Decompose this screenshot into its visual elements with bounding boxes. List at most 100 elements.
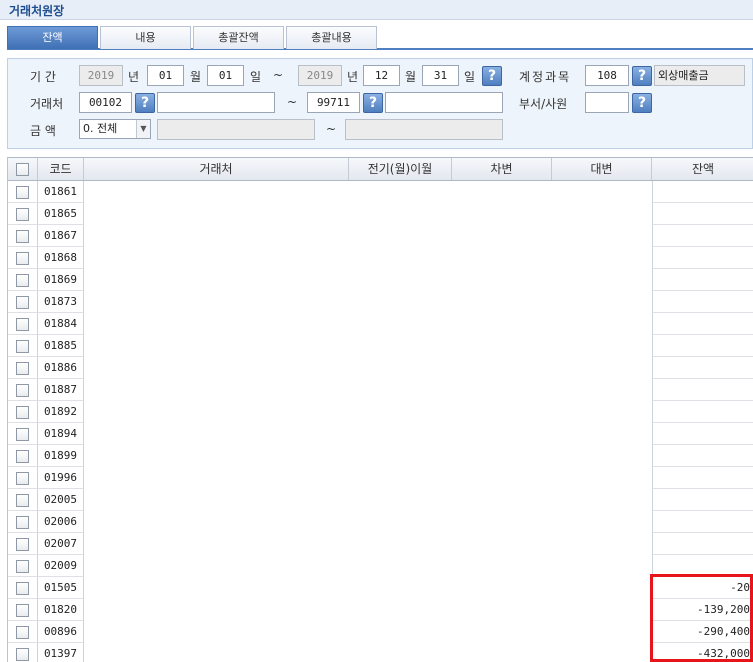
row-balance — [652, 511, 753, 533]
period-help-button[interactable]: ? — [482, 66, 502, 86]
month-from-input[interactable]: 01 — [147, 65, 184, 86]
row-checkbox[interactable] — [16, 185, 29, 199]
row-checkbox[interactable] — [16, 295, 29, 309]
day-from-input[interactable]: 01 — [207, 65, 244, 86]
row-balance — [652, 401, 753, 423]
row-checkbox[interactable] — [16, 449, 29, 463]
dept-code-input[interactable] — [585, 92, 629, 113]
row-checkbox[interactable] — [16, 537, 29, 551]
grid-header: 코드 거래처 전기(월)이월 차변 대변 잔액 — [8, 157, 753, 181]
table-row[interactable]: 01865 — [8, 203, 753, 225]
table-row[interactable]: 01886 — [8, 357, 753, 379]
customer-from-help-button[interactable]: ? — [135, 93, 155, 113]
tab-details[interactable]: 내용 — [100, 26, 191, 49]
customer-from-code-input[interactable]: 00102 — [79, 92, 132, 113]
chevron-down-icon[interactable]: ▼ — [136, 120, 150, 138]
row-balance — [652, 533, 753, 555]
account-code-input[interactable]: 108 — [585, 65, 629, 86]
table-row[interactable]: 01885 — [8, 335, 753, 357]
day-to-input[interactable]: 31 — [422, 65, 459, 86]
account-help-button[interactable]: ? — [632, 66, 652, 86]
table-row[interactable]: 01397 -432,000 — [8, 643, 753, 662]
row-balance — [652, 181, 753, 203]
row-code: 02005 — [38, 489, 84, 511]
row-checkbox[interactable] — [16, 405, 29, 419]
header-credit[interactable]: 대변 — [552, 158, 652, 180]
table-row[interactable]: 02007 — [8, 533, 753, 555]
amount-option-select[interactable]: 0. 전체 ▼ — [79, 119, 151, 139]
row-balance — [652, 225, 753, 247]
row-checkbox-cell — [8, 555, 38, 577]
row-checkbox[interactable] — [16, 603, 29, 617]
row-balance — [652, 467, 753, 489]
table-row[interactable]: 01869 — [8, 269, 753, 291]
month-to-input[interactable]: 12 — [363, 65, 400, 86]
table-row[interactable]: 00896 -290,400 — [8, 621, 753, 643]
row-balance — [652, 247, 753, 269]
row-checkbox[interactable] — [16, 647, 29, 661]
table-row[interactable]: 01505 -20 — [8, 577, 753, 599]
table-row[interactable]: 01820 -139,200 — [8, 599, 753, 621]
period-tilde: ~ — [273, 68, 284, 82]
year-to-unit-label: 년 — [347, 70, 359, 84]
dept-help-button[interactable]: ? — [632, 93, 652, 113]
row-checkbox-cell — [8, 423, 38, 445]
account-label: 계정과목 — [519, 70, 572, 84]
table-row[interactable]: 01892 — [8, 401, 753, 423]
row-checkbox[interactable] — [16, 581, 29, 595]
customer-to-help-button[interactable]: ? — [363, 93, 383, 113]
row-code: 01865 — [38, 203, 84, 225]
row-checkbox[interactable] — [16, 317, 29, 331]
row-balance — [652, 269, 753, 291]
table-row[interactable]: 02005 — [8, 489, 753, 511]
row-checkbox[interactable] — [16, 427, 29, 441]
month-unit-label: 월 — [190, 70, 202, 84]
row-checkbox-cell — [8, 467, 38, 489]
row-checkbox-cell — [8, 489, 38, 511]
row-checkbox-cell — [8, 291, 38, 313]
customer-to-name-input[interactable] — [385, 92, 503, 113]
row-checkbox[interactable] — [16, 559, 29, 573]
row-checkbox[interactable] — [16, 207, 29, 221]
amount-option-value: 0. 전체 — [83, 122, 118, 135]
tab-balance[interactable]: 잔액 — [7, 26, 98, 49]
table-row[interactable]: 01899 — [8, 445, 753, 467]
row-checkbox[interactable] — [16, 471, 29, 485]
customer-to-code-input[interactable]: 99711 — [307, 92, 360, 113]
row-checkbox[interactable] — [16, 515, 29, 529]
row-code: 01894 — [38, 423, 84, 445]
header-balance[interactable]: 잔액 — [652, 158, 753, 180]
header-customer[interactable]: 거래처 — [84, 158, 349, 180]
table-row[interactable]: 01887 — [8, 379, 753, 401]
table-row[interactable]: 01873 — [8, 291, 753, 313]
tab-summary-balance[interactable]: 총괄잔액 — [193, 26, 284, 49]
row-balance — [652, 489, 753, 511]
header-prev-carry[interactable]: 전기(월)이월 — [349, 158, 452, 180]
row-checkbox-cell — [8, 621, 38, 643]
customer-from-name-input[interactable] — [157, 92, 275, 113]
table-row[interactable]: 01867 — [8, 225, 753, 247]
row-checkbox-cell — [8, 203, 38, 225]
row-balance — [652, 203, 753, 225]
table-row[interactable]: 02009 — [8, 555, 753, 577]
row-checkbox[interactable] — [16, 625, 29, 639]
table-row[interactable]: 02006 — [8, 511, 753, 533]
row-checkbox[interactable] — [16, 339, 29, 353]
table-row[interactable]: 01868 — [8, 247, 753, 269]
table-row[interactable]: 01861 — [8, 181, 753, 203]
row-code: 01873 — [38, 291, 84, 313]
table-row[interactable]: 01894 — [8, 423, 753, 445]
table-row[interactable]: 01884 — [8, 313, 753, 335]
row-checkbox-cell — [8, 335, 38, 357]
tab-summary-details[interactable]: 총괄내용 — [286, 26, 377, 49]
row-checkbox[interactable] — [16, 273, 29, 287]
header-debit[interactable]: 차변 — [452, 158, 552, 180]
row-checkbox[interactable] — [16, 361, 29, 375]
row-checkbox[interactable] — [16, 229, 29, 243]
select-all-checkbox[interactable] — [16, 163, 29, 176]
row-checkbox[interactable] — [16, 383, 29, 397]
table-row[interactable]: 01996 — [8, 467, 753, 489]
row-checkbox[interactable] — [16, 493, 29, 507]
header-code[interactable]: 코드 — [38, 158, 84, 180]
row-checkbox[interactable] — [16, 251, 29, 265]
